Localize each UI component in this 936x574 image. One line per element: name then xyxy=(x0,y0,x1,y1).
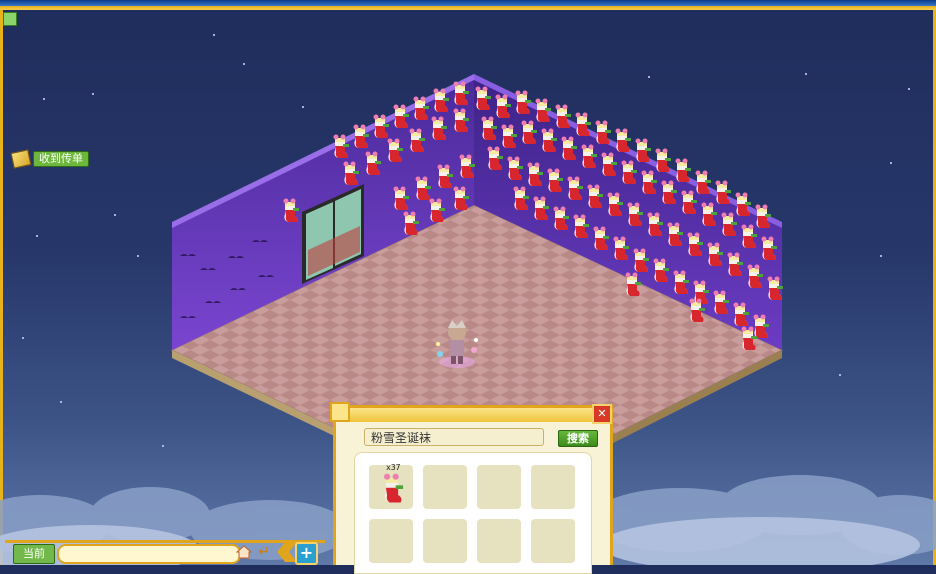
christmas-stocking-icon xyxy=(384,473,404,503)
inventory-slot[interactable] xyxy=(369,519,413,563)
inventory-slot[interactable] xyxy=(531,519,575,563)
inventory-slot[interactable] xyxy=(531,465,575,509)
home-icon[interactable] xyxy=(236,545,252,559)
flyer-notification-label: 收到传单 xyxy=(33,151,89,167)
chat-channel-tab[interactable]: 当前 xyxy=(13,544,55,564)
player-avatar[interactable] xyxy=(432,318,482,372)
inventory-slot[interactable] xyxy=(477,465,521,509)
inventory-grid: x37 xyxy=(354,452,592,574)
close-button[interactable]: ✕ xyxy=(592,404,612,424)
chat-bar: 当前 ↵ + xyxy=(5,540,325,565)
search-button[interactable]: 搜索 xyxy=(558,430,598,447)
inventory-panel-header xyxy=(336,408,610,422)
inventory-slot[interactable] xyxy=(423,465,467,509)
inventory-slot[interactable]: x37 xyxy=(369,463,413,509)
send-enter-icon[interactable]: ↵ xyxy=(256,544,272,560)
panel-ornament xyxy=(330,402,350,422)
item-search-input[interactable]: 粉雪圣诞袜 xyxy=(364,428,544,446)
inventory-slot[interactable] xyxy=(477,519,521,563)
inventory-slot[interactable] xyxy=(423,519,467,563)
flyer-notification[interactable]: 收到传单 xyxy=(10,149,89,169)
item-count: x37 xyxy=(386,463,401,472)
expand-plus-button[interactable]: + xyxy=(295,542,318,565)
flyer-icon xyxy=(10,149,32,169)
chat-input[interactable] xyxy=(57,544,241,564)
inventory-panel: ✕ 粉雪圣诞袜 搜索 x37 xyxy=(330,402,613,574)
